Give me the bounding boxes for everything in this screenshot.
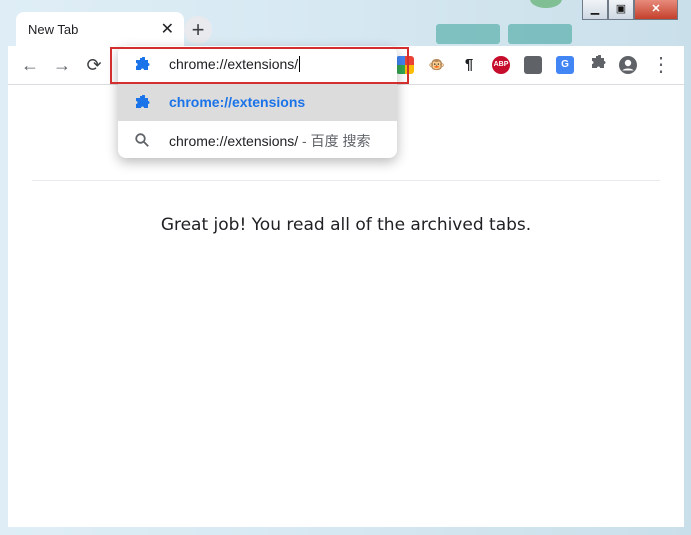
suggestion-suffix: - 百度 搜索: [298, 133, 371, 149]
pilcrow-ext-icon[interactable]: ¶: [460, 56, 478, 74]
menu-dots-icon[interactable]: ⋮: [651, 55, 671, 75]
puzzle-icon: [136, 95, 150, 108]
suggestion-text: chrome://extensions/ - 百度 搜索: [169, 133, 371, 149]
suggestion-row-extensions[interactable]: chrome://extensions: [118, 84, 397, 121]
tampermonkey-ext-icon[interactable]: 🐵: [428, 56, 446, 74]
tab-strip: New Tab ✕ + ▁ ▣ ✕: [8, 0, 684, 46]
divider: [32, 180, 660, 181]
extensions-puzzle-icon[interactable]: [588, 54, 608, 75]
archived-tabs-message: Great job! You read all of the archived …: [160, 215, 532, 235]
tab-title: New Tab: [28, 22, 79, 37]
minimize-button[interactable]: ▁: [582, 0, 608, 20]
tab-manager-ext-icon[interactable]: [524, 56, 542, 74]
maximize-button[interactable]: ▣: [608, 0, 634, 20]
address-bar-highlight: [110, 47, 409, 84]
browser-window: New Tab ✕ + ▁ ▣ ✕ ← → ⟳ 🐵 ¶ ABP G ⋮ bs G…: [8, 0, 684, 527]
search-icon: [135, 133, 149, 147]
adblock-plus-ext-icon[interactable]: ABP: [492, 56, 510, 74]
suggestion-text: chrome://extensions: [169, 94, 306, 110]
forward-arrow-icon[interactable]: →: [52, 55, 72, 75]
new-tab-button[interactable]: +: [184, 16, 212, 44]
google-translate-ext-icon[interactable]: G: [556, 56, 574, 74]
suggestion-row-search[interactable]: chrome://extensions/ - 百度 搜索: [118, 121, 397, 158]
tab-close-icon[interactable]: ✕: [161, 19, 174, 39]
back-arrow-icon[interactable]: ←: [20, 55, 40, 75]
close-window-button[interactable]: ✕: [634, 0, 678, 20]
profile-avatar-icon[interactable]: [618, 55, 638, 75]
reload-icon[interactable]: ⟳: [84, 55, 104, 75]
tab-new-tab[interactable]: New Tab ✕: [16, 12, 184, 46]
